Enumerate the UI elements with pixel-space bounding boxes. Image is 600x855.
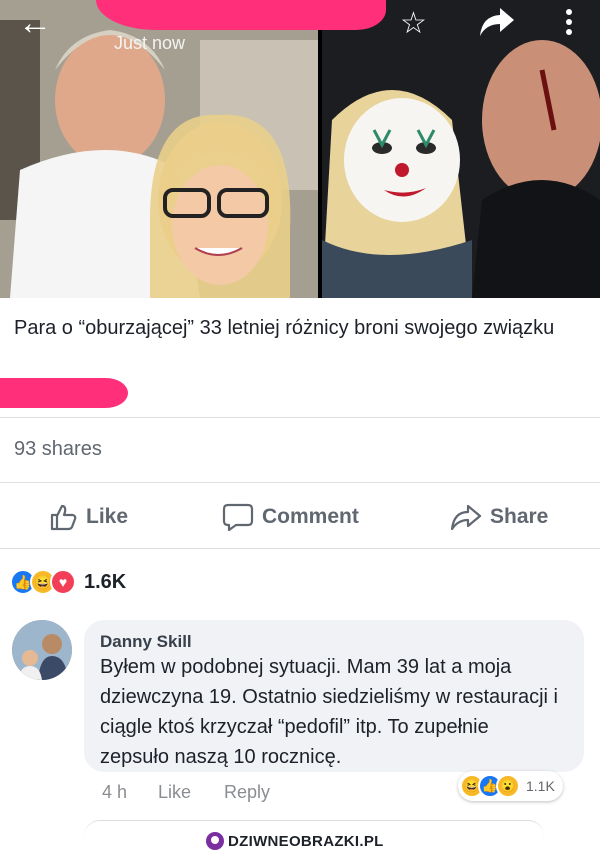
comment-time: 4 h: [102, 782, 128, 802]
like-button[interactable]: Like: [48, 500, 128, 534]
redaction-mark-caption: [0, 378, 128, 408]
comment-text: Byłem w podobnej sytuacji. Mam 39 lat a …: [100, 656, 558, 768]
love-icon: ♥: [50, 569, 76, 595]
top-bar: ← Just now ☆: [0, 0, 600, 53]
back-arrow-icon[interactable]: ←: [18, 6, 58, 42]
comment-like-button[interactable]: Like: [158, 782, 191, 803]
divider: [0, 417, 600, 418]
comment-bubble-icon: [222, 503, 254, 532]
comment-author[interactable]: Danny Skill: [100, 632, 192, 652]
comment-reply-button[interactable]: Reply: [224, 782, 270, 803]
share-button[interactable]: Share: [450, 500, 548, 534]
watermark: DZIWNEOBRAZKI.PL: [200, 828, 390, 854]
shares-count[interactable]: 93 shares: [14, 438, 102, 461]
post-caption: Para o “oburzającej” 33 letniej różnicy …: [14, 317, 555, 339]
divider: [0, 548, 600, 549]
star-icon[interactable]: ☆: [400, 6, 427, 41]
like-button-label: Like: [86, 505, 129, 528]
comment-button-label: Comment: [262, 505, 359, 528]
share-button-label: Share: [490, 505, 549, 528]
avatar[interactable]: [12, 620, 72, 680]
comment-button[interactable]: Comment: [222, 500, 359, 534]
divider: [0, 482, 600, 483]
comment-reactions-count: 1.1K: [526, 778, 555, 794]
comment-reactions[interactable]: 😆 👍 😮 1.1K: [458, 771, 563, 801]
wow-icon: 😮: [496, 774, 520, 798]
thumbs-up-icon: [50, 504, 77, 531]
redaction-mark-top: [96, 0, 386, 30]
share-icon: [450, 504, 482, 531]
reactions-count: 1.6K: [84, 570, 127, 593]
watermark-logo-icon: [206, 832, 224, 850]
post-timestamp: Just now: [114, 33, 186, 53]
share-arrow-icon[interactable]: [478, 4, 516, 46]
reactions-summary[interactable]: 👍 😆 ♥ 1.6K: [10, 568, 126, 596]
watermark-text: DZIWNEOBRAZKI.PL: [228, 832, 384, 850]
more-options-icon[interactable]: [562, 6, 576, 42]
